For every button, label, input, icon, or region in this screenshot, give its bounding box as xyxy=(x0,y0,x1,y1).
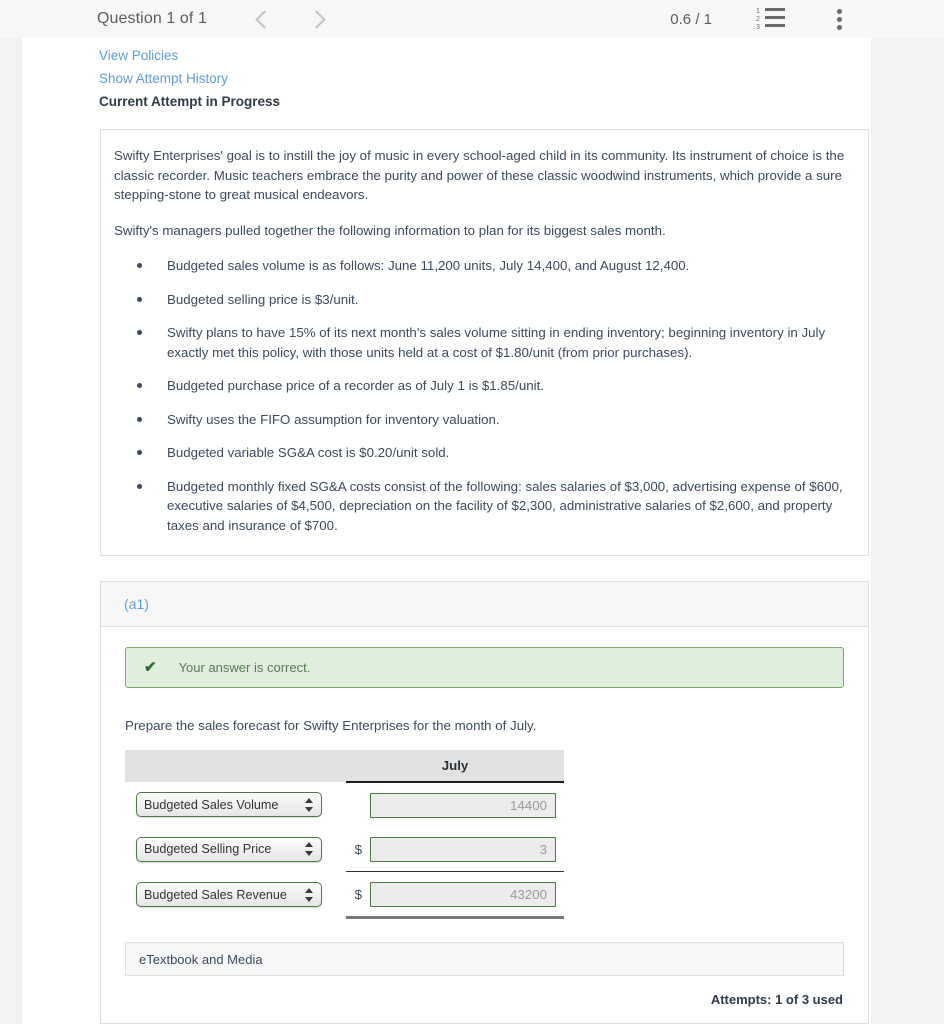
table-header-row: July xyxy=(125,750,564,783)
dot-3 xyxy=(837,25,842,30)
content-panel: View Policies Show Attempt History Curre… xyxy=(22,38,871,1024)
list-bar-2 xyxy=(765,16,785,19)
part-label: (a1) xyxy=(101,582,868,627)
dot-2 xyxy=(837,17,842,22)
sales-forecast-table: July Budgeted Sales Volume 14400 Budgete… xyxy=(125,750,564,919)
top-toolbar: Question 1 of 1 0.6 / 1 1 2 3 xyxy=(0,0,944,38)
currency-symbol: $ xyxy=(354,886,362,902)
feedback-banner: ✔ Your answer is correct. xyxy=(125,647,844,688)
account-select-selling-price[interactable]: Budgeted Selling Price xyxy=(136,836,322,862)
table-row: Budgeted Selling Price $ xyxy=(125,827,564,872)
answer-body: ✔ Your answer is correct. Prepare the sa… xyxy=(101,627,868,1023)
account-select-wrapper: Budgeted Selling Price xyxy=(136,836,322,862)
account-select-cell: Budgeted Sales Revenue xyxy=(125,872,346,918)
list-number-2: 2 xyxy=(756,16,760,23)
account-select-wrapper: Budgeted Sales Revenue xyxy=(136,882,322,907)
question-counter: Question 1 of 1 xyxy=(97,10,208,27)
account-select-sales-revenue[interactable]: Budgeted Sales Revenue xyxy=(136,882,322,907)
amount-input-sales-volume[interactable] xyxy=(370,792,556,818)
checkmark-icon: ✔ xyxy=(144,659,157,676)
table-row: Budgeted Sales Revenue $ xyxy=(125,871,564,919)
list-item: Budgeted variable SG&A cost is $0.20/uni… xyxy=(114,443,852,463)
current-attempt-heading: Current Attempt in Progress xyxy=(99,94,281,109)
account-select-sales-volume[interactable]: Budgeted Sales Volume xyxy=(136,792,322,817)
problem-statement-box: Swifty Enterprises' goal is to instill t… xyxy=(100,129,869,556)
list-number-3: 3 xyxy=(756,24,760,31)
value-cell: $ xyxy=(346,827,564,872)
blank-header-cell xyxy=(125,750,346,782)
feedback-text: Your answer is correct. xyxy=(178,660,311,675)
amount-input-selling-price[interactable] xyxy=(370,836,556,862)
answer-section: (a1) ✔ Your answer is correct. Prepare t… xyxy=(100,581,869,1024)
list-item: Budgeted sales volume is as follows: Jun… xyxy=(114,256,852,276)
account-select-cell: Budgeted Selling Price xyxy=(125,827,346,872)
list-item: Swifty uses the FIFO assumption for inve… xyxy=(114,410,852,430)
numbered-list-icon[interactable]: 1 2 3 xyxy=(756,7,786,31)
list-bar-1 xyxy=(765,8,785,11)
chevron-left-icon[interactable] xyxy=(255,11,271,27)
policy-links: View Policies Show Attempt History xyxy=(22,38,871,86)
vertical-dots-icon[interactable] xyxy=(830,7,852,31)
question-page: Question 1 of 1 0.6 / 1 1 2 3 View Polic… xyxy=(0,0,944,1024)
list-number-1: 1 xyxy=(756,8,760,15)
problem-paragraph: Swifty Enterprises' goal is to instill t… xyxy=(114,148,845,202)
top-toolbar-right: 0.6 / 1 1 2 3 xyxy=(670,0,944,38)
view-policies-link[interactable]: View Policies xyxy=(99,48,178,63)
list-item: Swifty plans to have 15% of its next mon… xyxy=(114,323,852,362)
etextbook-and-media-button[interactable]: eTextbook and Media xyxy=(125,942,844,976)
budget-assumptions-list: Budgeted sales volume is as follows: Jun… xyxy=(114,256,852,535)
value-cell: $ xyxy=(346,871,564,919)
list-item: Budgeted monthly fixed SG&A costs consis… xyxy=(114,477,852,536)
value-cell xyxy=(346,782,564,827)
dot-1 xyxy=(837,9,842,14)
account-select-cell: Budgeted Sales Volume xyxy=(125,782,346,827)
list-item: Budgeted purchase price of a recorder as… xyxy=(114,376,852,396)
chevron-right-icon[interactable] xyxy=(309,11,325,27)
question-navigation xyxy=(255,11,325,27)
show-attempt-history-link[interactable]: Show Attempt History xyxy=(99,71,228,86)
score-display: 0.6 / 1 xyxy=(670,10,712,28)
account-select-wrapper: Budgeted Sales Volume xyxy=(136,792,322,817)
list-bar-3 xyxy=(765,24,785,27)
table-row: Budgeted Sales Volume xyxy=(125,782,564,827)
amount-input-sales-revenue[interactable] xyxy=(370,881,556,907)
attempts-counter: Attempts: 1 of 3 used xyxy=(710,992,843,1007)
month-header-cell: July xyxy=(346,750,564,783)
task-instruction: Prepare the sales forecast for Swifty En… xyxy=(125,718,537,733)
problem-paragraph: Swifty's managers pulled together the fo… xyxy=(114,222,666,238)
currency-symbol: $ xyxy=(354,841,362,857)
list-item: Budgeted selling price is $3/unit. xyxy=(114,290,852,310)
